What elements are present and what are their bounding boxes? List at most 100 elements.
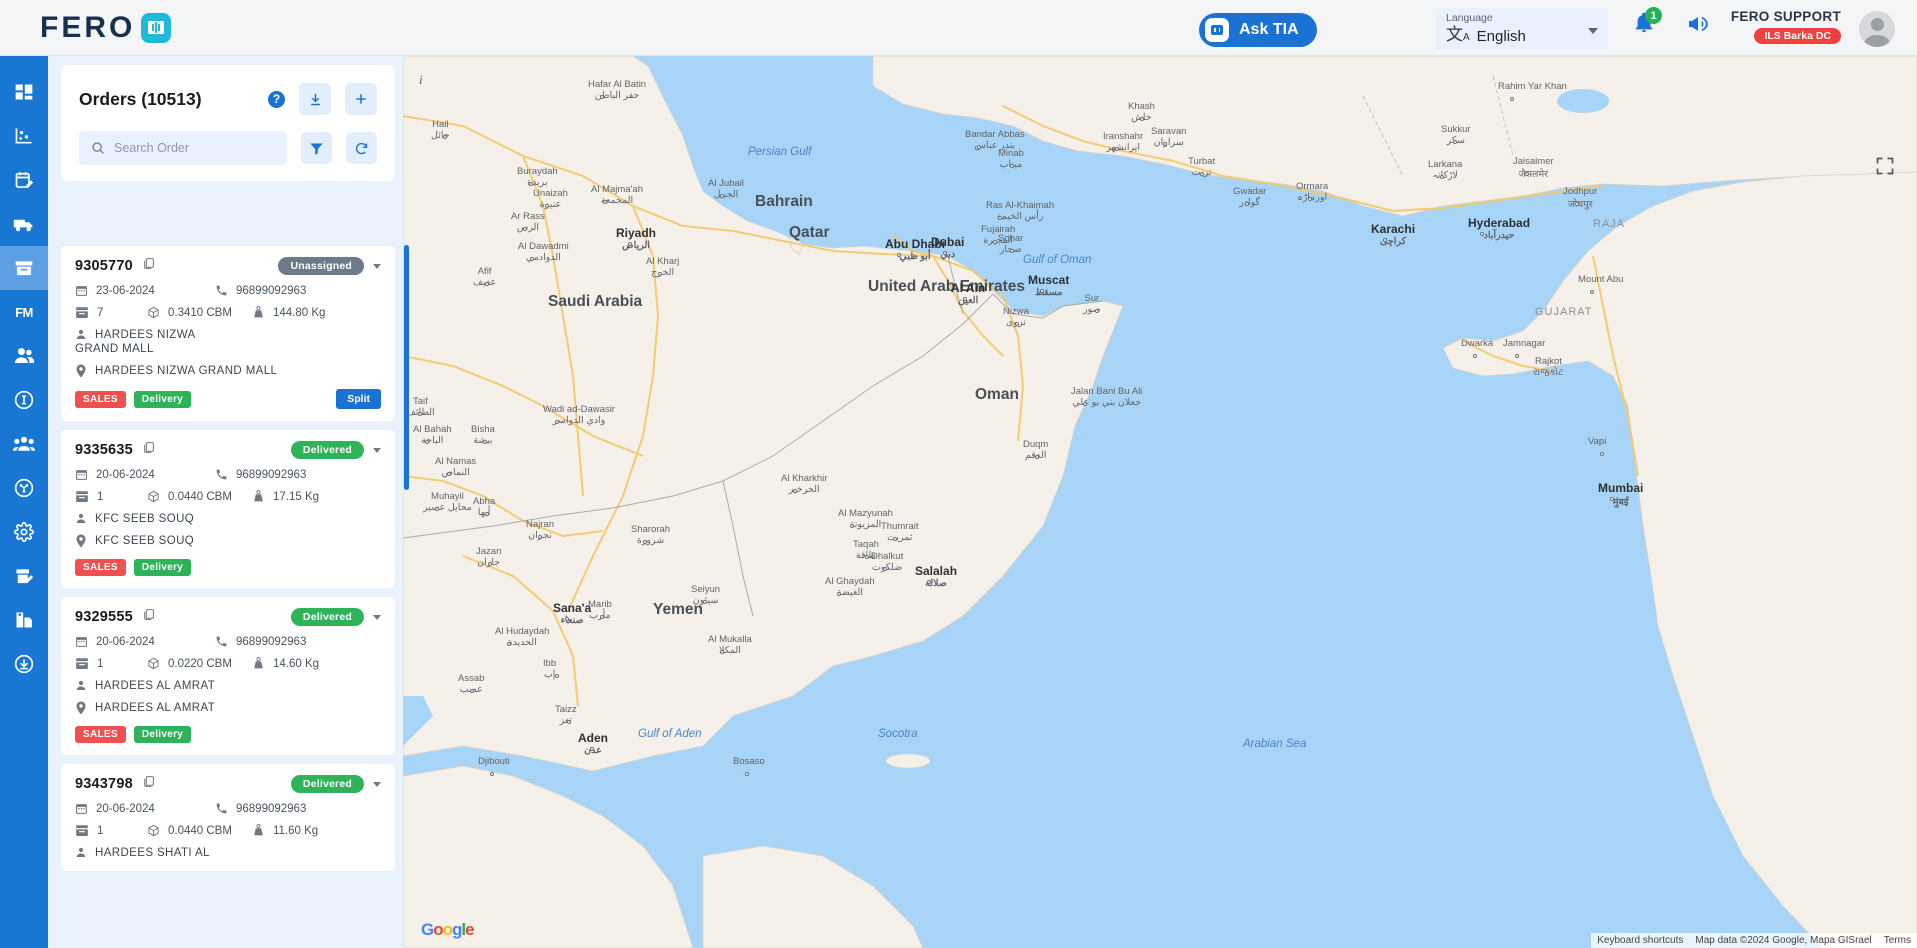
sidebar-item-teams[interactable]: [0, 422, 48, 466]
order-pieces: 1: [97, 490, 104, 503]
map-city-dot: [1480, 232, 1484, 236]
attribution-item[interactable]: Keyboard shortcuts: [1591, 933, 1690, 948]
map-city-dot: [507, 642, 511, 646]
map-city-dot: [658, 272, 662, 276]
calendar-icon: [75, 468, 88, 481]
sidebar-item-analytics[interactable]: [0, 114, 48, 158]
expand-icon: [1876, 157, 1894, 175]
map-info-icon[interactable]: i: [419, 72, 433, 87]
sidebar-item-downloads[interactable]: [0, 642, 48, 686]
order-address: HARDEES AL AMRAT: [95, 702, 216, 714]
order-tag: SALES: [75, 390, 126, 408]
sidebar-item-info[interactable]: [0, 378, 48, 422]
map-city-dot: [897, 253, 901, 257]
map-city-dot: [523, 227, 527, 231]
refresh-icon: [355, 142, 368, 154]
map-city-dot: [993, 240, 997, 244]
sidebar-item-documents[interactable]: [0, 598, 48, 642]
download-orders-button[interactable]: [299, 83, 331, 115]
map-city-dot: [1010, 164, 1014, 168]
order-card[interactable]: 9305770 Unassigned 23-06-2024 9689909296…: [61, 246, 395, 421]
order-meta-row-2: 1 0.0440 CBM 11.60 Kg: [75, 824, 381, 837]
weight-icon: [252, 657, 265, 670]
sidebar-item-reports[interactable]: [0, 554, 48, 598]
sidebar-item-settings[interactable]: [0, 510, 48, 554]
copy-icon[interactable]: [142, 441, 155, 459]
split-button[interactable]: Split: [336, 389, 381, 409]
tray-icon: [75, 824, 89, 837]
orders-panel: Orders (10513) ? Search Order 9305770 Un…: [48, 56, 403, 948]
order-customer-row: HARDEES NIZWA: [75, 328, 381, 341]
copy-icon[interactable]: [142, 775, 155, 793]
map-city-dot: [643, 540, 647, 544]
clipboard-edit-icon: [16, 569, 34, 584]
order-tag-row: SALES Delivery: [75, 726, 381, 743]
map-city-dot: [1200, 172, 1204, 176]
chevron-down-icon[interactable]: [1588, 28, 1598, 34]
location-pin-icon: [75, 701, 87, 715]
search-order-field[interactable]: [79, 131, 287, 165]
order-customer: HARDEES AL AMRAT: [95, 679, 216, 692]
order-tag-row: SALES Delivery Split: [75, 389, 381, 409]
order-card[interactable]: 9335635 Delivered 20-06-2024 96899092963…: [61, 430, 395, 588]
cube-icon: [147, 490, 160, 503]
copy-icon[interactable]: [142, 608, 155, 626]
attribution-item[interactable]: Terms: [1877, 933, 1917, 948]
sidebar-item-fm[interactable]: FM: [0, 290, 48, 334]
fullscreen-button[interactable]: [1875, 156, 1897, 178]
app-logo[interactable]: FERO: [40, 11, 172, 45]
sidebar-item-planning[interactable]: [0, 158, 48, 202]
tray-icon: [75, 490, 89, 503]
sidebar-item-orders[interactable]: [0, 246, 48, 290]
avatar[interactable]: [1859, 11, 1895, 47]
announcements-button[interactable]: [1688, 15, 1712, 38]
weight-icon: [252, 824, 265, 837]
chevron-down-icon[interactable]: [373, 263, 381, 269]
filter-button[interactable]: [301, 132, 332, 164]
ask-tia-button[interactable]: Ask TIA: [1199, 13, 1317, 47]
order-tag: SALES: [75, 559, 126, 576]
orders-scrollbar[interactable]: [404, 245, 409, 490]
order-pieces: 7: [97, 306, 104, 319]
fero-mark-icon: [141, 12, 172, 43]
order-card[interactable]: 9329555 Delivered 20-06-2024 96899092963…: [61, 597, 395, 755]
attribution-item[interactable]: Map data ©2024 Google, Mapa GISrael: [1689, 933, 1878, 948]
phone-icon: [215, 468, 228, 481]
map-city-dot: [837, 592, 841, 596]
order-pieces: 1: [97, 657, 104, 670]
order-id: 9305770: [75, 258, 133, 274]
map-city-dot: [1510, 97, 1514, 101]
sidebar-item-network[interactable]: [0, 466, 48, 510]
filter-icon: [310, 143, 323, 155]
calendar-icon: [75, 802, 88, 815]
language-selector[interactable]: Language 文A English: [1436, 8, 1608, 50]
order-card[interactable]: 9343798 Delivered 20-06-2024 96899092963…: [61, 764, 395, 871]
user-info[interactable]: FERO SUPPORT ILS Barka DC: [1731, 9, 1841, 44]
box-icon: [15, 261, 33, 276]
help-icon[interactable]: ?: [268, 90, 285, 108]
order-meta-row-2: 1 0.0440 CBM 17.15 Kg: [75, 490, 381, 503]
sidebar-item-drivers[interactable]: [0, 334, 48, 378]
notifications-button[interactable]: 1: [1633, 7, 1662, 39]
search-input[interactable]: [114, 141, 275, 155]
sidebar-item-fleet[interactable]: [0, 202, 48, 246]
map-city-dot: [483, 440, 487, 444]
add-order-button[interactable]: [345, 83, 377, 115]
map-city-dot: [1163, 142, 1167, 146]
refresh-button[interactable]: [346, 132, 377, 164]
notification-badge: 1: [1645, 7, 1662, 24]
chevron-down-icon[interactable]: [373, 781, 381, 787]
map-canvas[interactable]: i Google Keyboard shortcuts Map data ©202…: [403, 56, 1917, 948]
chevron-down-icon[interactable]: [373, 614, 381, 620]
chevron-down-icon[interactable]: [373, 447, 381, 453]
map-city-dot: [793, 489, 797, 493]
order-tag: Delivery: [133, 726, 192, 743]
person-icon: [75, 846, 87, 859]
map-city-dot: [1035, 455, 1039, 459]
sidebar-item-dashboard[interactable]: [0, 70, 48, 114]
map-city-dot: [565, 617, 569, 621]
copy-icon[interactable]: [142, 257, 155, 275]
group-icon: [13, 436, 35, 451]
map-city-dot: [485, 282, 489, 286]
orders-list[interactable]: 9305770 Unassigned 23-06-2024 9689909296…: [61, 246, 395, 948]
